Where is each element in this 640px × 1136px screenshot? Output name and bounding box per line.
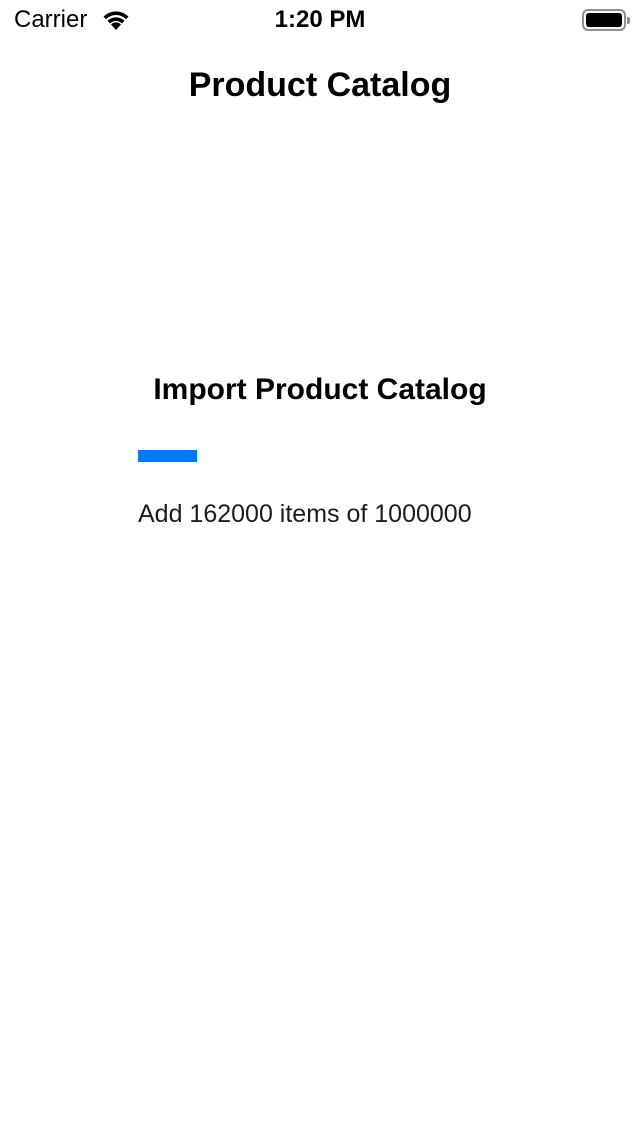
status-bar: Carrier 1:20 PM [0, 0, 640, 40]
nav-title: Product Catalog [188, 66, 452, 104]
battery-level [586, 13, 622, 27]
import-progress-fill [138, 450, 197, 462]
battery-cap [627, 17, 630, 24]
battery-icon [582, 9, 630, 31]
status-time: 1:20 PM [274, 6, 366, 33]
import-status-text: Add 162000 items of 1000000 [138, 500, 472, 528]
import-title: Import Product Catalog [153, 373, 487, 406]
import-progress-bar [138, 450, 502, 462]
